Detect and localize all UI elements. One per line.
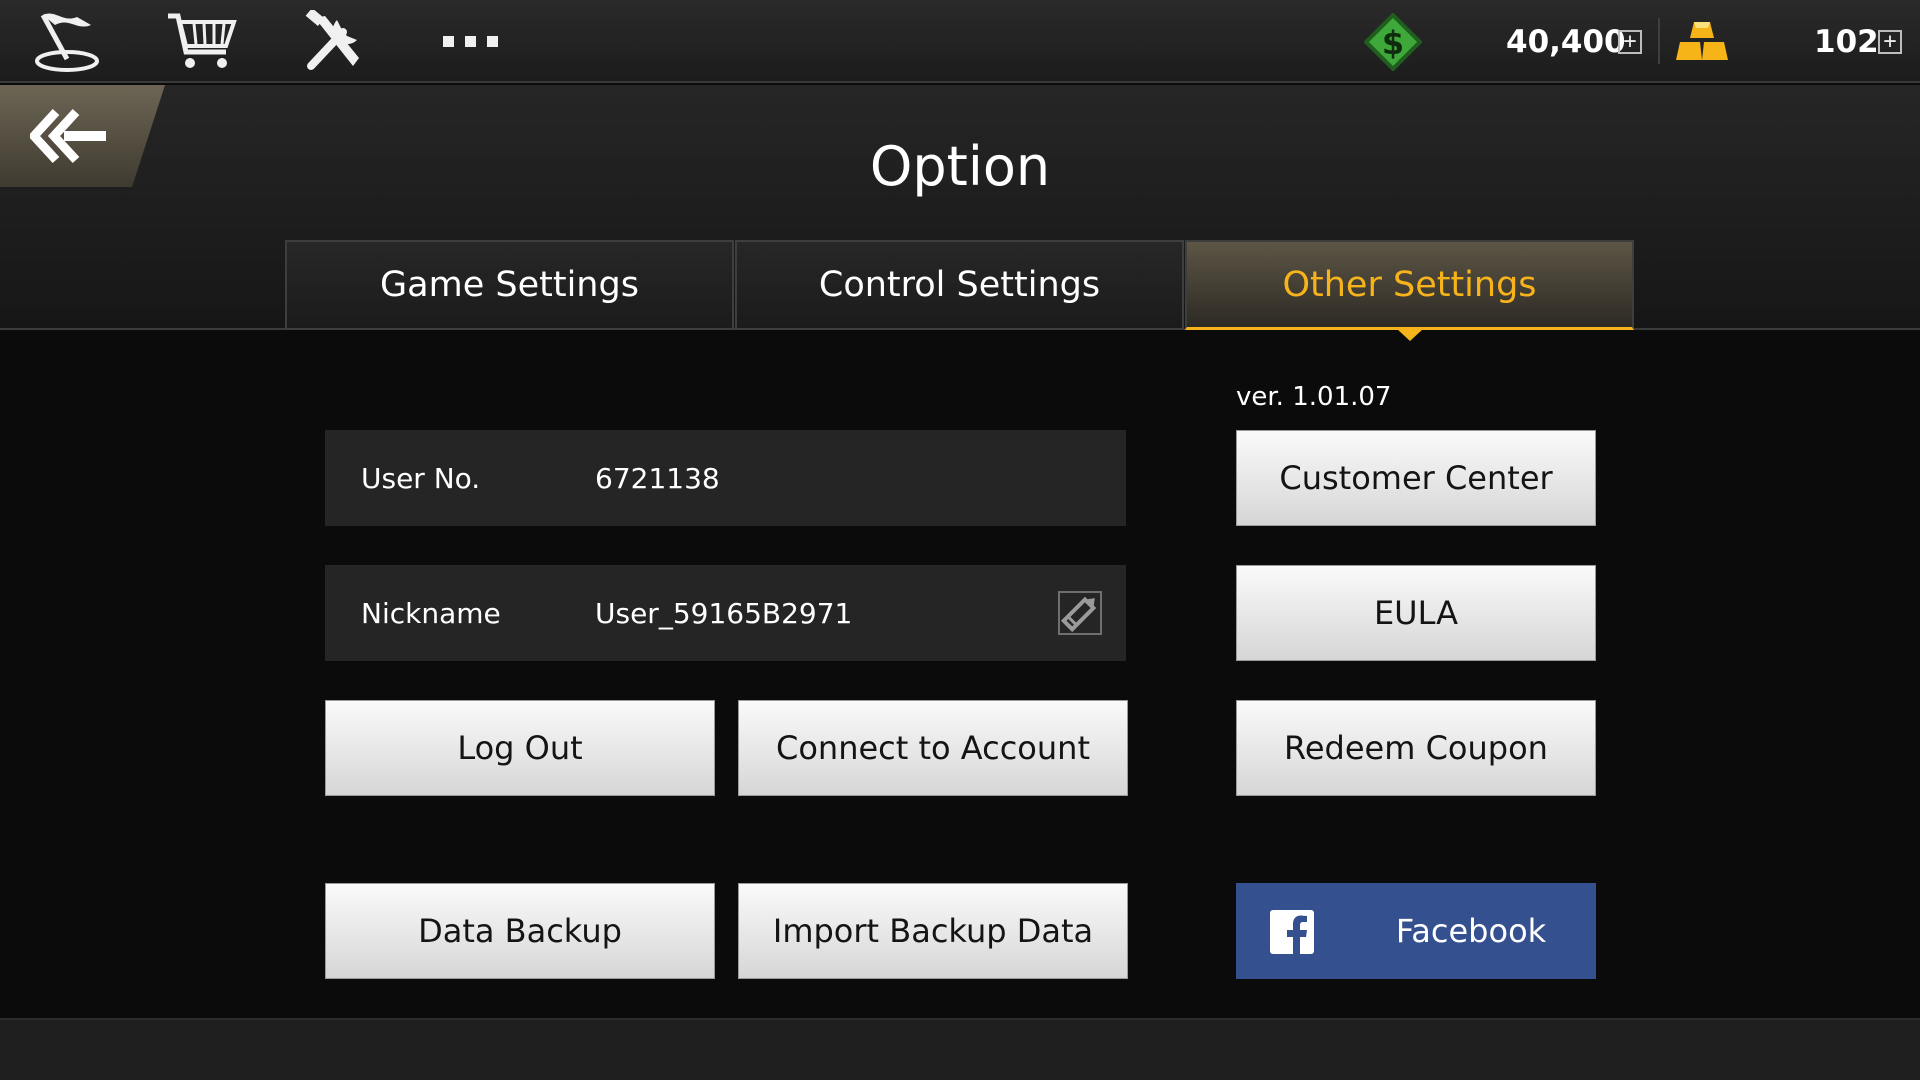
edit-nickname-button[interactable] [1052,585,1108,641]
pencil-icon [1058,591,1102,635]
version-text: ver. 1.01.07 [1236,382,1392,412]
eula-button[interactable]: EULA [1236,565,1596,661]
cash-display: 40,400 [1506,0,1626,83]
connect-account-button[interactable]: Connect to Account [738,700,1128,796]
tab-label: Other Settings [1282,264,1537,305]
facebook-label: Facebook [1395,912,1547,950]
cash-icon-wrap: $ [1364,0,1422,83]
tab-label: Control Settings [818,265,1101,305]
import-backup-button[interactable]: Import Backup Data [738,883,1128,979]
tools-icon[interactable] [298,8,374,74]
nickname-row: Nickname User_59165B2971 [325,565,1126,661]
customer-center-button[interactable]: Customer Center [1236,430,1596,526]
nickname-label: Nickname [361,596,501,630]
user-number-label: User No. [361,461,481,495]
user-number-row: User No. 6721138 [325,430,1126,526]
gold-bars-icon [1676,21,1728,60]
shopping-cart-icon[interactable] [164,8,240,74]
redeem-coupon-button[interactable]: Redeem Coupon [1236,700,1596,796]
cash-plus-wrap: + [1618,0,1642,83]
page-title: Option [869,135,1051,198]
log-out-button[interactable]: Log Out [325,700,715,796]
user-number-value: 6721138 [595,461,720,495]
footer-bar [0,1018,1920,1080]
add-gold-button[interactable]: + [1878,29,1902,54]
tab-game-settings[interactable]: Game Settings [285,240,734,330]
nickname-value: User_59165B2971 [595,596,853,630]
data-backup-button[interactable]: Data Backup [325,883,715,979]
facebook-button[interactable]: Facebook [1236,883,1596,979]
gold-display: 102 [1814,0,1879,83]
tab-label: Game Settings [380,265,639,305]
header: Option Game Settings Control Settings Ot… [0,85,1920,330]
more-icon[interactable] [438,8,504,74]
facebook-icon [1270,910,1314,954]
svg-text:$: $ [1382,24,1404,62]
tab-other-settings[interactable]: Other Settings [1185,240,1634,330]
flag-icon[interactable] [30,8,106,74]
active-tab-pointer [1397,329,1423,341]
top-bar: $ 40,400 + 102 + [0,0,1920,83]
gold-plus-wrap: + [1878,0,1902,83]
currency-divider [1658,18,1660,64]
gold-value: 102 [1814,23,1879,60]
gold-icon-wrap [1674,0,1730,83]
dollar-diamond-icon: $ [1364,12,1422,71]
cash-value: 40,400 [1506,23,1626,60]
tab-control-settings[interactable]: Control Settings [735,240,1184,330]
add-cash-button[interactable]: + [1618,29,1642,54]
